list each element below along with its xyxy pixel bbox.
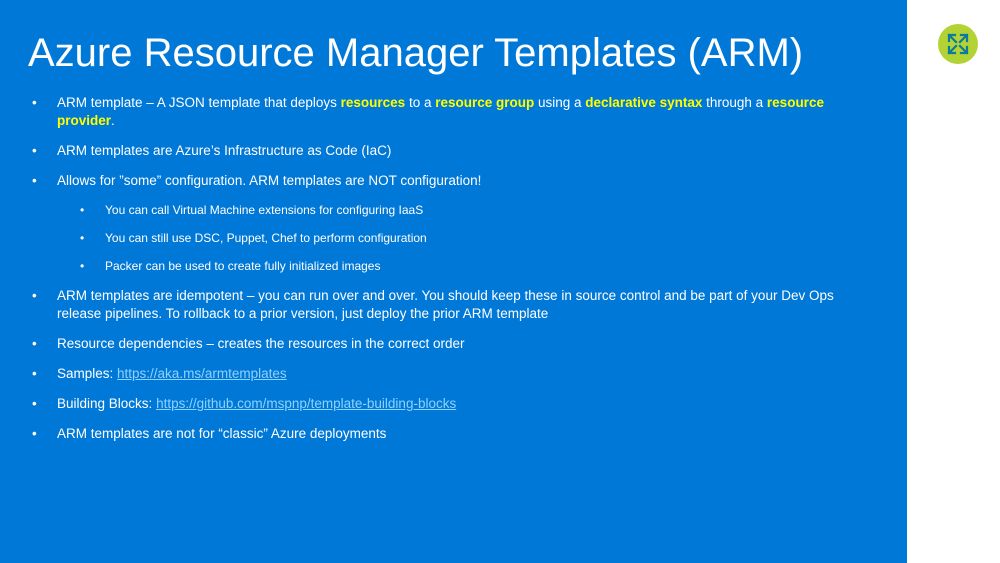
bullet-text: Packer can be used to create fully initi… (105, 259, 381, 273)
bullet-marker: • (80, 231, 85, 245)
bullet-marker: • (32, 143, 37, 158)
highlight-resource-group: resource group (435, 95, 535, 110)
sub-bullet-dsc-puppet-chef: • You can still use DSC, Puppet, Chef to… (80, 230, 860, 246)
bullet-marker: • (32, 336, 37, 351)
text-segment: to a (405, 95, 436, 110)
bullet-samples: • Samples: https://aka.ms/armtemplates (32, 365, 872, 383)
sub-bullet-packer: • Packer can be used to create fully ini… (80, 258, 860, 274)
bullet-iac: • ARM templates are Azure’s Infrastructu… (32, 142, 872, 160)
bullet-marker: • (32, 288, 37, 303)
bullet-marker: • (80, 259, 85, 273)
bullet-marker: • (80, 203, 85, 217)
bullet-marker: • (32, 95, 37, 110)
bullet-text: ARM template – A JSON template that depl… (32, 94, 872, 130)
bullet-idempotent: • ARM templates are idempotent – you can… (32, 287, 872, 323)
bullet-marker: • (32, 396, 37, 411)
bullet-marker: • (32, 366, 37, 381)
text-segment: ARM template – A JSON template that depl… (57, 95, 341, 110)
bullet-marker: • (32, 173, 37, 188)
bullet-text: ARM templates are idempotent – you can r… (57, 288, 834, 321)
right-margin (907, 0, 1000, 563)
bullet-text: You can still use DSC, Puppet, Chef to p… (105, 231, 427, 245)
bullet-arm-template: • ARM template – A JSON template that de… (32, 94, 872, 130)
bullet-text: Building Blocks: https://github.com/mspn… (32, 395, 872, 413)
bullet-text: Resource dependencies – creates the reso… (57, 336, 465, 351)
bullet-text: Allows for ”some” configuration. ARM tem… (57, 173, 482, 188)
sub-bullet-vm-extensions: • You can call Virtual Machine extension… (80, 202, 860, 218)
samples-label: Samples: (57, 366, 118, 381)
samples-link[interactable]: https://aka.ms/armtemplates (117, 366, 287, 381)
text-segment: using a (534, 95, 586, 110)
bullet-text: You can call Virtual Machine extensions … (105, 203, 424, 217)
logo (938, 24, 978, 64)
building-blocks-link[interactable]: https://github.com/mspnp/template-buildi… (156, 396, 456, 411)
bullet-classic: • ARM templates are not for “classic” Az… (32, 425, 872, 443)
bullet-text: Samples: https://aka.ms/armtemplates (32, 365, 872, 383)
bullet-text: ARM templates are not for “classic” Azur… (57, 426, 387, 441)
bullet-building-blocks: • Building Blocks: https://github.com/ms… (32, 395, 872, 413)
highlight-declarative-syntax: declarative syntax (585, 95, 703, 110)
building-blocks-label: Building Blocks: (57, 396, 157, 411)
bullet-configuration: • Allows for ”some” configuration. ARM t… (32, 172, 872, 190)
slide-background (0, 0, 907, 563)
text-segment: . (111, 113, 115, 128)
highlight-resources: resources (340, 95, 406, 110)
bullet-text: ARM templates are Azure’s Infrastructure… (57, 143, 392, 158)
expand-arrows-icon (947, 33, 969, 55)
slide-title: Azure Resource Manager Templates (ARM) (28, 31, 804, 75)
bullet-dependencies: • Resource dependencies – creates the re… (32, 335, 872, 353)
text-segment: through a (702, 95, 767, 110)
bullet-marker: • (32, 426, 37, 441)
